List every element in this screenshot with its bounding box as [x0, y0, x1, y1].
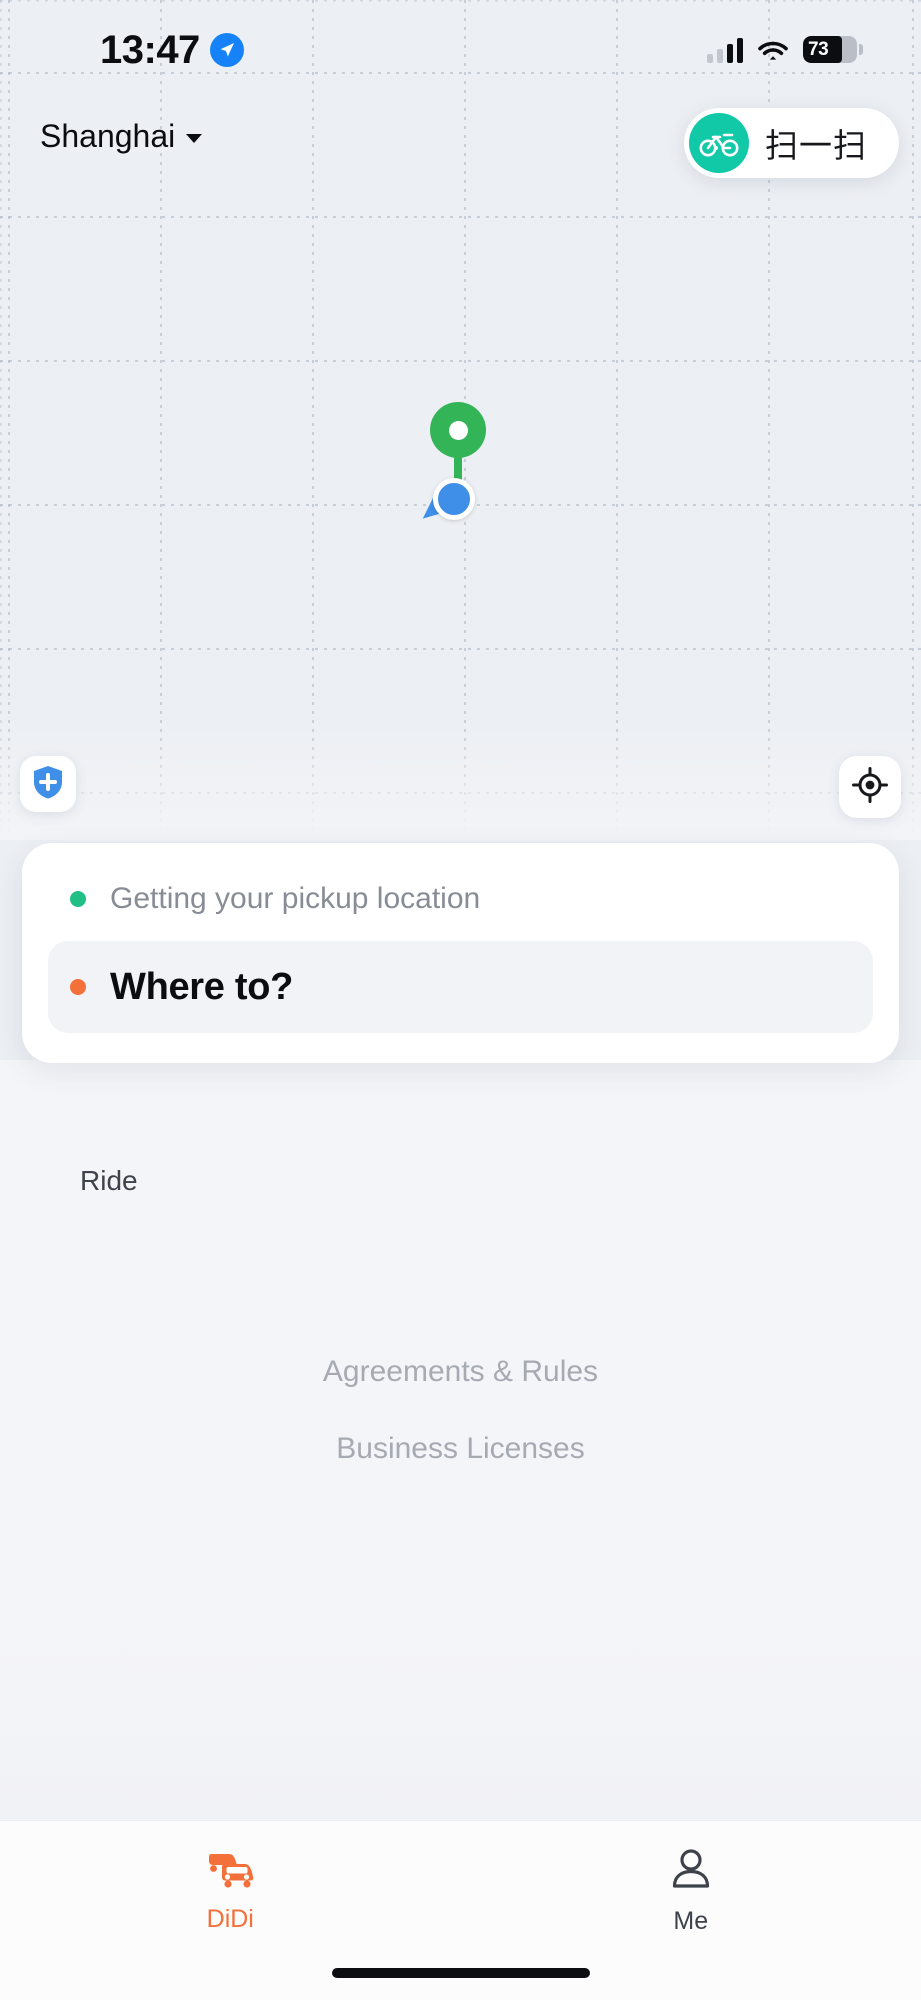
battery-percent: 73	[808, 38, 829, 60]
destination-input[interactable]: Where to?	[48, 941, 873, 1033]
map-header: Shanghai 扫一扫	[0, 104, 921, 184]
locate-button[interactable]	[839, 756, 901, 818]
destination-dot-icon	[70, 979, 86, 995]
car-icon	[201, 1847, 259, 1894]
wifi-icon	[757, 38, 789, 62]
pickup-row[interactable]: Getting your pickup location	[48, 867, 873, 931]
user-location-dot-icon	[416, 470, 481, 530]
legal-links: Agreements & Rules Business Licenses	[0, 1355, 921, 1466]
pickup-dot-icon	[70, 891, 86, 907]
link-business-licenses[interactable]: Business Licenses	[336, 1432, 584, 1466]
status-bar-right: 73	[707, 36, 863, 63]
search-card: Getting your pickup location Where to?	[22, 843, 899, 1063]
safety-button[interactable]	[20, 756, 76, 812]
shield-plus-icon	[31, 764, 65, 805]
status-time: 13:47	[100, 28, 200, 72]
chevron-down-icon	[186, 134, 203, 143]
person-icon	[668, 1847, 714, 1896]
cellular-signal-icon	[707, 37, 743, 63]
ride-section-label: Ride	[80, 1165, 138, 1196]
scan-label: 扫一扫	[765, 127, 867, 164]
location-arrow-icon	[209, 33, 244, 67]
bicycle-icon	[689, 113, 749, 173]
pickup-status-text: Getting your pickup location	[110, 882, 481, 915]
city-name: Shanghai	[40, 118, 176, 154]
link-agreements-rules[interactable]: Agreements & Rules	[323, 1355, 598, 1389]
status-bar-left: 13:47	[100, 30, 244, 70]
crosshair-locate-icon	[852, 766, 888, 808]
home-indicator	[331, 1968, 590, 1978]
map-bottom-fade	[0, 720, 921, 840]
status-bar: 13:47 73	[0, 0, 921, 100]
phone-screen: 13:47 73 Shanghai 扫一扫 Getting your picku…	[0, 0, 921, 2000]
tab-me-label: Me	[673, 1907, 709, 1935]
battery-icon: 73	[803, 36, 863, 63]
scan-button[interactable]: 扫一扫	[684, 108, 899, 178]
tab-didi-label: DiDi	[206, 1905, 254, 1933]
destination-placeholder: Where to?	[110, 965, 294, 1008]
city-selector[interactable]: Shanghai	[40, 118, 203, 155]
